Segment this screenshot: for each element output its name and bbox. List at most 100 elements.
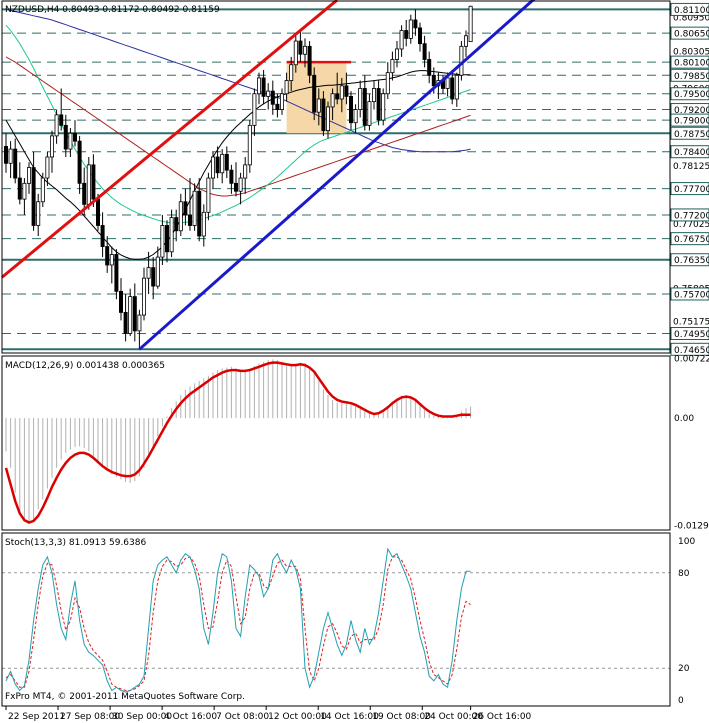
- candle-body: [50, 135, 55, 158]
- price-level-label: 0.81100: [674, 6, 709, 16]
- price-levels: [2, 8, 670, 351]
- candle-body: [445, 77, 450, 89]
- stoch-axis-label: 20: [678, 664, 690, 674]
- candle-body: [450, 77, 455, 100]
- price-axis-label: 0.78125: [673, 162, 709, 172]
- candle-body: [26, 167, 31, 184]
- candle-body: [256, 77, 261, 95]
- candle-body: [302, 45, 307, 55]
- macd-panel: 0.00722 0.00 -0.01297: [4, 354, 709, 532]
- candle-body: [362, 88, 367, 126]
- stoch-axis-label: 80: [678, 569, 690, 579]
- candles: [4, 5, 473, 350]
- candle-body: [371, 88, 376, 103]
- macd-axis-label: 0.00: [674, 414, 694, 424]
- candle-body: [376, 88, 381, 121]
- price-level-label: 0.77200: [674, 211, 709, 221]
- candle-body: [187, 214, 192, 226]
- price-level-label: 0.79500: [674, 90, 709, 100]
- candle-body: [229, 169, 234, 184]
- macd-axis-label: 0.00722: [674, 354, 709, 364]
- candle-body: [192, 190, 197, 226]
- candle-body: [178, 201, 183, 232]
- ma-black-line: [5, 70, 471, 260]
- candle-body: [54, 114, 59, 137]
- candle-body: [243, 164, 248, 179]
- candle-body: [45, 156, 50, 179]
- candle-body: [31, 167, 36, 226]
- candle-body: [123, 312, 128, 334]
- candle-body: [270, 90, 275, 105]
- candle-body: [289, 64, 294, 81]
- candle-body: [109, 254, 114, 266]
- price-level-label: 0.76750: [674, 235, 709, 245]
- stoch-axis-label: 0: [678, 696, 684, 706]
- candle-body: [137, 314, 142, 332]
- candle-body: [4, 146, 9, 164]
- candle-body: [367, 101, 372, 126]
- candle-body: [463, 35, 468, 47]
- candle-body: [96, 198, 101, 226]
- price-level-label: 0.75700: [674, 290, 709, 300]
- candle-body: [404, 30, 409, 39]
- candle-body: [141, 277, 146, 316]
- price-level-label: 0.78400: [674, 148, 709, 158]
- x-tick-label: 22 Sep 2011: [8, 712, 65, 722]
- candle-body: [73, 132, 78, 142]
- candle-body: [284, 80, 289, 95]
- candle-body: [91, 164, 96, 200]
- candle-body: [206, 177, 211, 213]
- x-tick-label: 7 Oct 08:00: [216, 712, 269, 722]
- candle-body: [220, 153, 225, 174]
- candle-body: [348, 95, 353, 124]
- candle-body: [77, 140, 82, 184]
- candle-body: [155, 256, 160, 287]
- x-tick-label: 12 Oct 00:00: [268, 712, 327, 722]
- candle-body: [160, 225, 165, 258]
- candle-body: [224, 153, 229, 171]
- candle-body: [413, 19, 418, 29]
- candle-body: [385, 72, 390, 95]
- candle-body: [261, 77, 266, 97]
- price-axis-label: 0.75175: [673, 318, 709, 328]
- candle-body: [105, 246, 110, 266]
- candle-body: [8, 148, 13, 164]
- stoch-axis-label: 100: [678, 537, 695, 547]
- candle-body: [17, 177, 22, 200]
- candle-body: [454, 74, 459, 100]
- candle-body: [215, 156, 220, 174]
- candle-body: [275, 103, 280, 110]
- candle-body: [427, 59, 432, 76]
- stoch-signal-line: [5, 556, 471, 691]
- candle-body: [169, 217, 174, 253]
- candle-body: [312, 74, 317, 113]
- candle-body: [40, 177, 45, 203]
- price-level-label: 0.78750: [674, 130, 709, 140]
- candle-body: [59, 114, 64, 126]
- candle-body: [210, 156, 215, 179]
- price-level-label: 0.80100: [674, 59, 709, 69]
- candle-body: [252, 93, 257, 126]
- candle-body: [293, 40, 298, 66]
- candle-body: [394, 48, 399, 60]
- candle-body: [417, 27, 422, 45]
- candle-body: [36, 201, 41, 226]
- candle-body: [86, 164, 91, 205]
- blue-channel-line: [138, 0, 536, 351]
- panel-frame: [1, 0, 671, 354]
- candle-body: [344, 85, 349, 97]
- candle-body: [422, 43, 427, 60]
- ma-red-line: [5, 56, 471, 197]
- candle-body: [151, 267, 156, 287]
- stoch-title: Stoch(13,3,3) 81.0913 59.6386: [5, 538, 146, 548]
- candle-body: [353, 109, 358, 124]
- price-level-label: 0.74950: [674, 330, 709, 340]
- candle-body: [266, 90, 271, 97]
- stoch-panel: 100 80 20 0: [2, 537, 695, 706]
- price-level-label: 0.79850: [674, 72, 709, 82]
- candle-body: [238, 177, 243, 192]
- candle-body: [174, 217, 179, 232]
- candle-body: [201, 211, 206, 237]
- price-level-label: 0.76350: [674, 256, 709, 266]
- price-level-label: 0.79000: [674, 117, 709, 127]
